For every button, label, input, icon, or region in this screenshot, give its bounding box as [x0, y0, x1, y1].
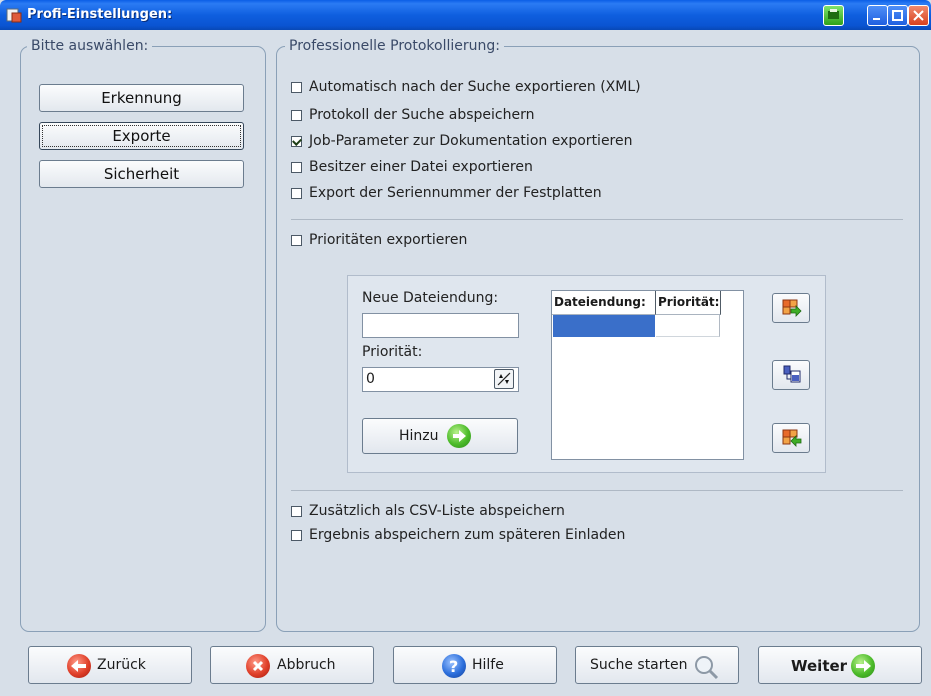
option-search-log[interactable]: Protokoll der Suche abspeichern — [291, 105, 534, 125]
option-csv-list[interactable]: Zusätzlich als CSV-Liste abspeichern — [291, 501, 565, 521]
exporte-button[interactable]: Exporte — [39, 122, 244, 150]
save-icon — [783, 365, 801, 383]
new-extension-label: Neue Dateiendung: — [362, 290, 499, 306]
option-disk-serial[interactable]: Export der Seriennummer der Festplatten — [291, 183, 602, 203]
category-panel-title: Bitte auswählen: — [27, 38, 153, 54]
new-extension-input[interactable] — [362, 313, 519, 338]
settings-panel: Professionelle Protokollierung: Automati… — [276, 38, 920, 632]
divider — [291, 490, 903, 491]
start-search-label: Suche starten — [590, 657, 688, 673]
arrow-left-icon — [67, 654, 91, 678]
option-job-params[interactable]: Job-Parameter zur Dokumentation exportie… — [291, 131, 633, 151]
sicherheit-button[interactable]: Sicherheit — [39, 160, 244, 188]
option-label: Prioritäten exportieren — [309, 232, 468, 248]
cancel-icon — [246, 654, 270, 678]
arrow-right-icon — [851, 654, 875, 678]
import-icon — [782, 299, 802, 317]
option-label: Export der Seriennummer der Festplatten — [309, 185, 602, 201]
option-file-owner[interactable]: Besitzer einer Datei exportieren — [291, 157, 533, 177]
export-button[interactable] — [772, 423, 810, 453]
option-save-result[interactable]: Ergebnis abspeichern zum späteren Einlad… — [291, 525, 625, 545]
checkbox[interactable] — [291, 109, 302, 121]
option-label: Automatisch nach der Suche exportieren (… — [309, 79, 641, 95]
checkbox[interactable] — [291, 81, 302, 93]
add-button[interactable]: Hinzu — [362, 418, 518, 454]
import-button[interactable] — [772, 293, 810, 323]
window-title: Profi-Einstellungen: — [27, 7, 173, 22]
checkbox[interactable] — [291, 529, 302, 541]
search-icon — [695, 656, 719, 680]
help-icon: ? — [442, 654, 466, 678]
cancel-button-label: Abbruch — [277, 657, 336, 673]
priority-label: Priorität: — [362, 344, 423, 360]
title-bar: Profi-Einstellungen: — [0, 0, 931, 30]
checkbox[interactable] — [291, 187, 302, 199]
arrow-right-icon — [447, 424, 471, 448]
cancel-button[interactable]: Abbruch — [210, 646, 374, 684]
printer-icon[interactable] — [823, 5, 844, 26]
checkbox[interactable] — [291, 161, 302, 173]
maximize-button[interactable] — [887, 5, 908, 26]
save-list-button[interactable] — [772, 360, 810, 390]
next-button[interactable]: Weiter — [758, 646, 922, 684]
priority-table[interactable]: Dateiendung: Priorität: — [551, 290, 744, 460]
column-header-priority[interactable]: Priorität: — [656, 291, 721, 315]
table-cell[interactable] — [656, 315, 720, 337]
export-icon — [782, 429, 802, 447]
close-button[interactable] — [908, 5, 929, 26]
selected-row[interactable] — [553, 315, 655, 337]
priority-editor: Neue Dateiendung: Priorität: 0 Hinzu Dat… — [347, 275, 826, 473]
back-button[interactable]: Zurück — [28, 646, 192, 684]
category-panel: Bitte auswählen: Erkennung Exporte Siche… — [20, 38, 266, 632]
checkbox[interactable] — [291, 234, 302, 246]
minimize-button[interactable] — [867, 5, 888, 26]
option-label: Protokoll der Suche abspeichern — [309, 107, 535, 123]
help-button[interactable]: ? Hilfe — [393, 646, 557, 684]
checkbox-checked[interactable] — [291, 135, 302, 147]
app-icon — [6, 8, 22, 23]
column-header-extension[interactable]: Dateiendung: — [552, 291, 656, 315]
help-button-label: Hilfe — [472, 657, 504, 673]
erkennung-button[interactable]: Erkennung — [39, 84, 244, 112]
option-label: Besitzer einer Datei exportieren — [309, 159, 533, 175]
settings-panel-title: Professionelle Protokollierung: — [285, 38, 504, 54]
svg-text:?: ? — [449, 657, 458, 676]
back-button-label: Zurück — [97, 657, 146, 673]
option-label: Job-Parameter zur Dokumentation exportie… — [309, 133, 633, 149]
spinner-icon[interactable] — [494, 369, 514, 389]
option-xml-export[interactable]: Automatisch nach der Suche exportieren (… — [291, 77, 641, 97]
checkbox[interactable] — [291, 505, 302, 517]
option-label: Ergebnis abspeichern zum späteren Einlad… — [309, 527, 626, 543]
option-label: Zusätzlich als CSV-Liste abspeichern — [309, 503, 565, 519]
next-button-label: Weiter — [791, 657, 848, 675]
start-search-button[interactable]: Suche starten — [575, 646, 739, 684]
divider — [291, 219, 903, 220]
option-priorities[interactable]: Prioritäten exportieren — [291, 230, 467, 250]
add-button-label: Hinzu — [399, 428, 439, 444]
